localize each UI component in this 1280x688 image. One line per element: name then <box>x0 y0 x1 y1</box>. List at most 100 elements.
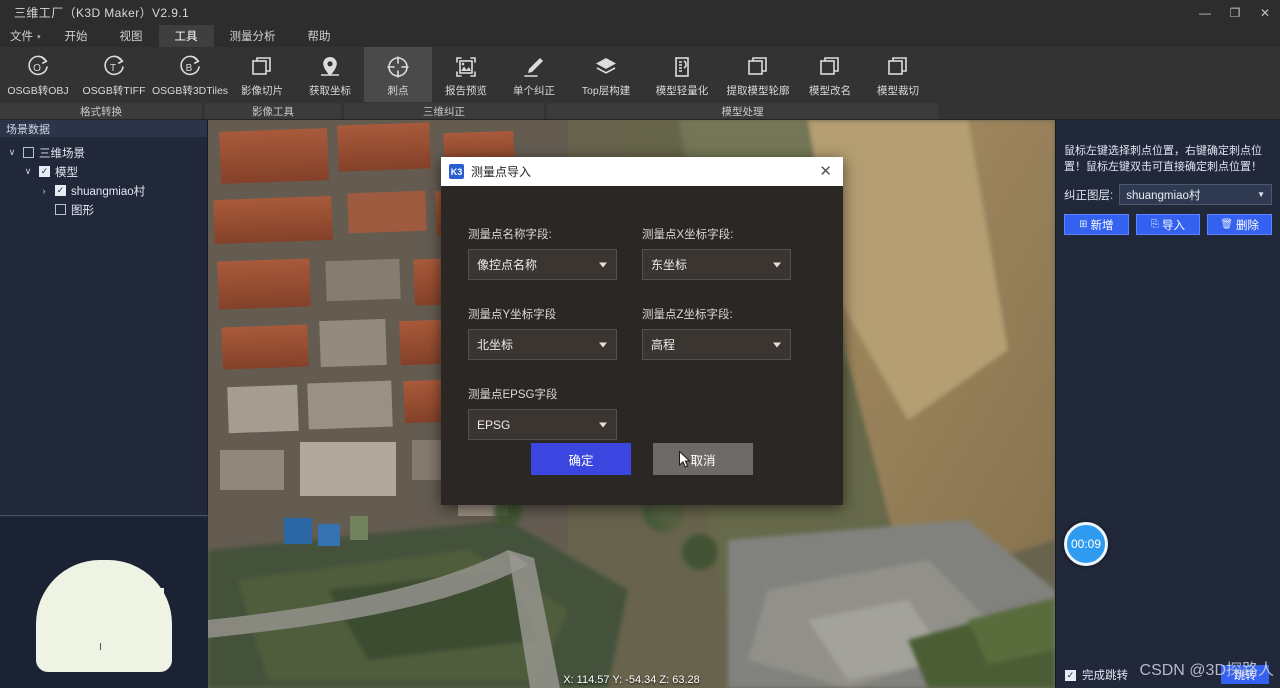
ribbon-button-10[interactable]: 提取模型轮廓 <box>720 47 796 102</box>
ribbon-button-9[interactable]: 模型轻量化 <box>644 47 720 102</box>
map-pin-icon <box>317 52 343 82</box>
menu-tab-4[interactable]: 帮助 <box>292 25 347 47</box>
image-frame-icon <box>453 52 479 82</box>
dialog-field-value: 北坐标 <box>477 336 513 353</box>
dialog-field-select[interactable]: 像控点名称 <box>468 249 617 280</box>
tree-node-1[interactable]: ∨✓模型 <box>0 162 207 181</box>
dialog-field-label: 测量点EPSG字段 <box>468 386 642 402</box>
ribbon-button-4[interactable]: 获取坐标 <box>296 47 364 102</box>
measurement-point-import-dialog: K3 测量点导入 ✕ 测量点名称字段:像控点名称测量点X坐标字段:东坐标测量点Y… <box>441 157 843 505</box>
panel-button-1[interactable]: ⎘导入 <box>1136 214 1201 235</box>
scene-data-header: 场景数据 <box>0 120 207 137</box>
ribbon-button-label: 报告预览 <box>445 83 487 98</box>
ribbon-button-label: 模型裁切 <box>877 83 919 98</box>
tree-node-label: shuangmiao村 <box>71 183 145 199</box>
plus-square-icon: ⊞ <box>1079 219 1087 230</box>
dialog-field-0: 测量点名称字段: 像控点名称 <box>468 226 642 280</box>
svg-text:O: O <box>33 63 41 74</box>
tree-node-checkbox[interactable]: ✓ <box>55 185 66 196</box>
ribbon-button-3[interactable]: 影像切片 <box>228 47 296 102</box>
maximize-button[interactable]: ❐ <box>1220 0 1250 25</box>
ribbon-button-8[interactable]: Top层构建 <box>568 47 644 102</box>
ribbon-button-label: 单个纠正 <box>513 83 555 98</box>
tree-node-checkbox[interactable] <box>55 204 66 215</box>
jump-button[interactable]: 跳转 <box>1221 665 1269 684</box>
ribbon-button-2[interactable]: BOSGB转3DTiles <box>152 47 228 102</box>
ribbon-group-label-2: 三维纠正 <box>344 103 544 119</box>
ribbon-button-7[interactable]: 单个纠正 <box>500 47 568 102</box>
dialog-field-select[interactable]: 东坐标 <box>642 249 791 280</box>
correction-layer-select[interactable]: shuangmiao村 ▼ <box>1119 184 1272 205</box>
chevron-down-icon[interactable]: ∨ <box>22 166 34 177</box>
stab-point-panel: 鼠标左键选择刺点位置，右键确定刺点位置！鼠标左键双击可直接确定刺点位置！ 纠正图… <box>1055 120 1280 688</box>
dialog-field-grid: 测量点名称字段:像控点名称测量点X坐标字段:东坐标测量点Y坐标字段北坐标测量点Z… <box>468 226 816 466</box>
panel-button-0[interactable]: ⊞ 新增 <box>1064 214 1129 235</box>
correction-layer-label: 纠正图层: <box>1064 187 1113 203</box>
tree-node-label: 三维场景 <box>39 145 85 161</box>
ribbon-group-label-1: 影像工具 <box>205 103 341 119</box>
tree-node-0[interactable]: ∨ 三维场景 <box>0 143 207 162</box>
chevron-down-icon[interactable]: ∨ <box>6 147 18 158</box>
minimap-notch <box>150 588 164 604</box>
point-action-buttons: ⊞ 新增 ⎘导入 🗑删除 <box>1056 205 1280 235</box>
panel-hint-text: 鼠标左键选择刺点位置，右键确定刺点位置！鼠标左键双击可直接确定刺点位置！ <box>1056 120 1280 181</box>
trash-icon: 🗑 <box>1220 219 1233 230</box>
ribbon-button-label: OSGB转OBJ <box>7 83 68 98</box>
ribbon-button-11[interactable]: 模型改名 <box>796 47 864 102</box>
scene-data-panel: 场景数据 ∨三维场景∨✓模型›✓shuangmiao村图形 <box>0 120 208 688</box>
minimap-overview[interactable] <box>0 518 208 688</box>
ribbon-button-label: 模型轻量化 <box>656 83 709 98</box>
ribbon-button-6[interactable]: 报告预览 <box>432 47 500 102</box>
circle-arrow-o-icon: O <box>25 52 51 82</box>
menu-bar: 文件 ▾ 开始视图工具测量分析帮助 <box>0 25 1280 47</box>
dialog-field-select[interactable]: 高程 <box>642 329 791 360</box>
finish-jump-checkbox[interactable]: ✓ <box>1065 670 1076 681</box>
ribbon-button-label: 模型改名 <box>809 83 851 98</box>
layers-copy-icon <box>249 52 275 82</box>
chevron-down-icon <box>599 342 607 347</box>
tree-node-checkbox[interactable]: ✓ <box>39 166 50 177</box>
svg-text:B: B <box>186 63 193 74</box>
ribbon-group-labels: 格式转换影像工具三维纠正模型处理 <box>0 103 1280 119</box>
circle-arrow-b-icon: B <box>177 52 203 82</box>
menu-tab-2[interactable]: 工具 <box>159 25 214 47</box>
close-button[interactable]: ✕ <box>1250 0 1280 25</box>
panel-button-label: 新增 <box>1091 217 1114 233</box>
minimize-button[interactable]: — <box>1190 0 1220 25</box>
chevron-down-icon <box>599 422 607 427</box>
ribbon-group-label-0: 格式转换 <box>0 103 202 119</box>
close-icon[interactable]: ✕ <box>816 164 835 179</box>
ribbon-button-label: 获取坐标 <box>309 83 351 98</box>
dialog-field-select[interactable]: EPSG <box>468 409 617 440</box>
confirm-button[interactable]: 确定 <box>531 443 631 475</box>
cancel-button[interactable]: 取消 <box>653 443 753 475</box>
correction-layer-row: 纠正图层: shuangmiao村 ▼ <box>1056 181 1280 205</box>
ribbon-group-label-3: 模型处理 <box>547 103 938 119</box>
menu-tab-3[interactable]: 测量分析 <box>214 25 292 47</box>
chevron-right-icon[interactable]: › <box>38 186 50 196</box>
dialog-body: 测量点名称字段:像控点名称测量点X坐标字段:东坐标测量点Y坐标字段北坐标测量点Z… <box>441 186 843 466</box>
dialog-field-2: 测量点Y坐标字段北坐标 <box>468 306 642 360</box>
menu-tab-1[interactable]: 视图 <box>104 25 159 47</box>
tree-node-2[interactable]: › ✓ shuangmiao村 <box>0 181 207 200</box>
ribbon-toolbar: O OSGB转OBJ TOSGB转TIFFBOSGB转3DTiles影像切片获取坐标… <box>0 47 1280 120</box>
dialog-field-value: EPSG <box>477 418 510 432</box>
panel-button-label: 删除 <box>1236 217 1259 233</box>
title-bar: 三维工厂（K3D Maker）V2.9.1 — ❐ ✕ <box>0 0 1280 25</box>
file-menu-button[interactable]: 文件 ▾ <box>0 26 49 47</box>
ribbon-button-1[interactable]: TOSGB转TIFF <box>76 47 152 102</box>
menu-tab-0[interactable]: 开始 <box>49 25 104 47</box>
ribbon-button-0[interactable]: O OSGB转OBJ <box>0 47 76 102</box>
tree-node-3[interactable]: 图形 <box>0 200 207 219</box>
dialog-field-select[interactable]: 北坐标 <box>468 329 617 360</box>
dialog-field-label: 测量点名称字段: <box>468 226 642 242</box>
menu-tabs: 开始视图工具测量分析帮助 <box>49 25 347 47</box>
layers-copy-icon <box>817 52 843 82</box>
pencil-icon <box>521 52 547 82</box>
tree-node-checkbox[interactable] <box>23 147 34 158</box>
panel-button-2[interactable]: 🗑删除 <box>1207 214 1272 235</box>
dialog-field-3: 测量点Z坐标字段:高程 <box>642 306 816 360</box>
ribbon-button-12[interactable]: 模型裁切 <box>864 47 932 102</box>
panel-button-label: 导入 <box>1162 217 1185 233</box>
ribbon-button-5[interactable]: 刺点 <box>364 47 432 102</box>
